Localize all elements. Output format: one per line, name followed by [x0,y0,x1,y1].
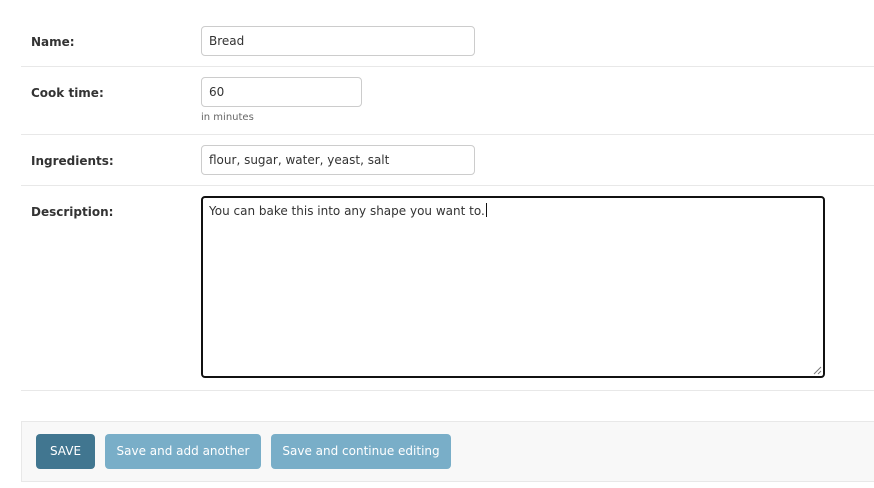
ingredients-label: Ingredients: [31,154,114,168]
ingredients-input[interactable]: flour, sugar, water, yeast, salt [201,145,475,175]
form-row-cook-time: Cook time: 60 in minutes [21,67,874,135]
save-and-continue-editing-button[interactable]: Save and continue editing [271,434,451,469]
cook-time-label: Cook time: [31,86,104,100]
text-caret [485,203,487,217]
name-input[interactable]: Bread [201,26,475,56]
save-button[interactable]: SAVE [36,434,95,469]
submit-row: SAVE Save and add another Save and conti… [21,421,874,482]
cook-time-help-text: in minutes [201,112,254,123]
description-label: Description: [31,205,114,219]
description-text: You can bake this into any shape you wan… [209,204,485,218]
form-row-ingredients: Ingredients: flour, sugar, water, yeast,… [21,135,874,186]
change-form: Name: Bread Cook time: 60 in minutes Ing… [21,16,874,391]
name-label: Name: [31,35,75,49]
form-row-name: Name: Bread [21,16,874,67]
resize-grip-icon[interactable] [813,366,822,375]
form-row-description: Description: You can bake this into any … [21,186,874,391]
save-and-add-another-button[interactable]: Save and add another [105,434,261,469]
cook-time-input[interactable]: 60 [201,77,362,107]
description-textarea[interactable]: You can bake this into any shape you wan… [201,196,825,378]
